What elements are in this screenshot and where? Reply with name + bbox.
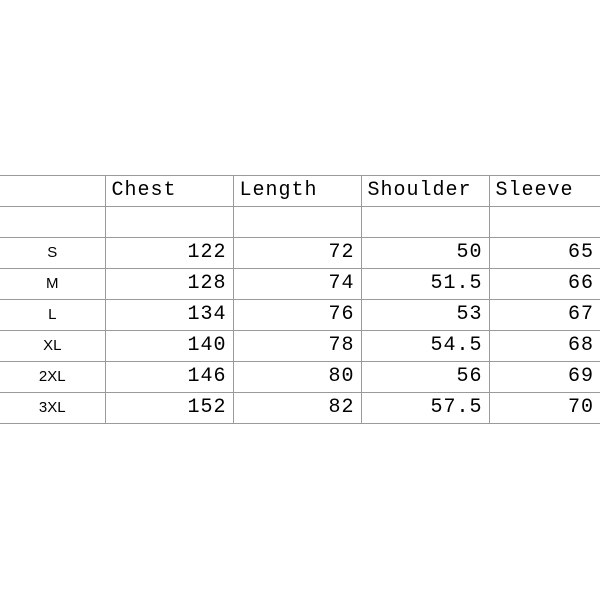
table-row: 3XL 152 82 57.5 70	[0, 393, 600, 424]
cell-sleeve: 65	[489, 238, 600, 269]
cell-chest: 128	[105, 269, 233, 300]
cell-shoulder: 56	[361, 362, 489, 393]
table-row: 2XL 146 80 56 69	[0, 362, 600, 393]
cell-chest: 134	[105, 300, 233, 331]
cell-sleeve: 69	[489, 362, 600, 393]
cell-sleeve: 70	[489, 393, 600, 424]
table-row: M 128 74 51.5 66	[0, 269, 600, 300]
cell-chest: 152	[105, 393, 233, 424]
cell-size: S	[0, 238, 105, 269]
spacer-row	[0, 207, 600, 238]
cell-chest: 140	[105, 331, 233, 362]
header-sleeve: Sleeve	[489, 176, 600, 207]
cell-length: 76	[233, 300, 361, 331]
header-size	[0, 176, 105, 207]
cell-sleeve: 67	[489, 300, 600, 331]
table: Chest Length Shoulder Sleeve S 122 72 50…	[0, 175, 600, 424]
header-shoulder: Shoulder	[361, 176, 489, 207]
table-row: L 134 76 53 67	[0, 300, 600, 331]
blank-cell	[105, 207, 233, 238]
size-chart-table: Chest Length Shoulder Sleeve S 122 72 50…	[0, 175, 600, 424]
cell-size: 3XL	[0, 393, 105, 424]
cell-size: L	[0, 300, 105, 331]
cell-sleeve: 68	[489, 331, 600, 362]
cell-shoulder: 54.5	[361, 331, 489, 362]
cell-length: 72	[233, 238, 361, 269]
header-length: Length	[233, 176, 361, 207]
cell-length: 78	[233, 331, 361, 362]
cell-sleeve: 66	[489, 269, 600, 300]
cell-chest: 122	[105, 238, 233, 269]
header-row: Chest Length Shoulder Sleeve	[0, 176, 600, 207]
blank-cell	[489, 207, 600, 238]
blank-cell	[0, 207, 105, 238]
cell-length: 80	[233, 362, 361, 393]
cell-size: 2XL	[0, 362, 105, 393]
cell-shoulder: 53	[361, 300, 489, 331]
blank-cell	[361, 207, 489, 238]
cell-shoulder: 51.5	[361, 269, 489, 300]
cell-shoulder: 57.5	[361, 393, 489, 424]
blank-cell	[233, 207, 361, 238]
cell-size: M	[0, 269, 105, 300]
header-chest: Chest	[105, 176, 233, 207]
cell-length: 82	[233, 393, 361, 424]
cell-size: XL	[0, 331, 105, 362]
table-row: S 122 72 50 65	[0, 238, 600, 269]
cell-chest: 146	[105, 362, 233, 393]
cell-shoulder: 50	[361, 238, 489, 269]
table-row: XL 140 78 54.5 68	[0, 331, 600, 362]
cell-length: 74	[233, 269, 361, 300]
